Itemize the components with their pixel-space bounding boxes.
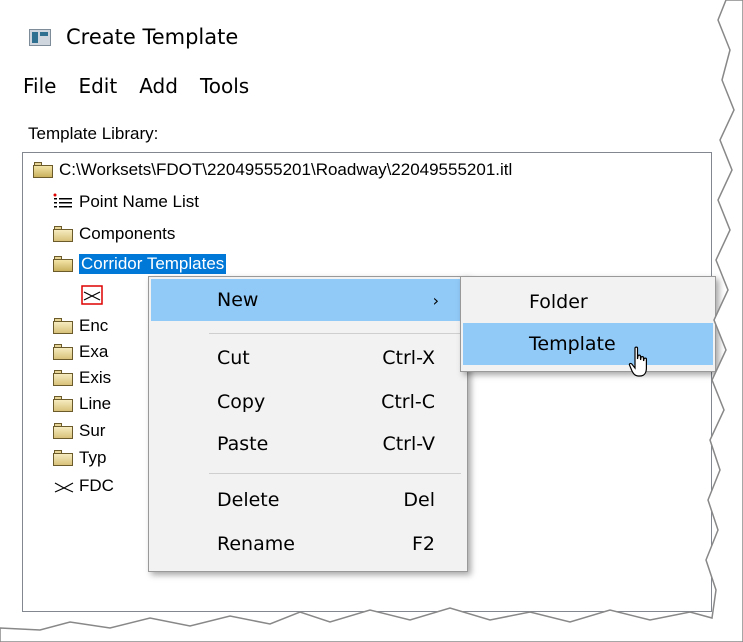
menu-tools[interactable]: Tools xyxy=(200,74,249,98)
context-menu-cut[interactable]: Cut Ctrl-X xyxy=(151,337,465,379)
context-menu: New › Cut Ctrl-X Copy Ctrl-C Paste Ctrl-… xyxy=(148,276,468,572)
menu-item-label: Cut xyxy=(217,347,250,369)
tree-root[interactable]: C:\Worksets\FDOT\22049555201\Roadway\220… xyxy=(33,159,512,181)
context-menu-new[interactable]: New › xyxy=(151,279,465,321)
context-menu-paste[interactable]: Paste Ctrl-V xyxy=(151,423,465,465)
hand-cursor-icon xyxy=(628,346,647,377)
menu-separator xyxy=(209,333,461,334)
menu-item-label: Folder xyxy=(529,291,588,313)
tree-item-label: Line xyxy=(79,394,112,413)
folder-icon xyxy=(53,423,73,439)
tree-item-label: Sur xyxy=(79,421,106,440)
submenu-template[interactable]: Template xyxy=(463,323,713,365)
menu-item-label: Paste xyxy=(217,433,269,455)
app-window-icon xyxy=(29,29,51,46)
tree-item-folder[interactable]: Typ xyxy=(53,447,106,469)
folder-open-icon xyxy=(33,162,53,178)
menu-item-shortcut: Ctrl-X xyxy=(382,347,435,369)
tree-item-label: Components xyxy=(79,224,176,243)
folder-icon xyxy=(53,450,73,466)
menu-item-label: Delete xyxy=(217,489,280,511)
tree-item-label: Enc xyxy=(79,316,109,335)
tree-item-corridor-templates[interactable]: Corridor Templates xyxy=(53,253,227,275)
menu-edit[interactable]: Edit xyxy=(78,74,117,98)
tree-item-folder[interactable]: Enc xyxy=(53,315,108,337)
tree-item-label: Exis xyxy=(79,368,112,387)
tree-item-folder[interactable]: Line xyxy=(53,393,111,415)
menu-bar: File Edit Add Tools xyxy=(0,68,700,104)
tree-root-label: C:\Worksets\FDOT\22049555201\Roadway\220… xyxy=(59,160,513,179)
tree-item-template[interactable] xyxy=(81,283,107,305)
menu-item-shortcut: Ctrl-V xyxy=(382,433,435,455)
title-bar: Create Template xyxy=(0,0,710,66)
tree-item-label: Exa xyxy=(79,342,109,361)
folder-icon xyxy=(53,318,73,334)
context-menu-copy[interactable]: Copy Ctrl-C xyxy=(151,381,465,423)
tree-item-folder[interactable]: Exa xyxy=(53,341,108,363)
context-menu-rename[interactable]: Rename F2 xyxy=(151,523,465,565)
folder-icon xyxy=(53,344,73,360)
tree-item-label: Point Name List xyxy=(79,192,199,211)
tree-item-folder[interactable]: Exis xyxy=(53,367,111,389)
window-title: Create Template xyxy=(66,25,239,49)
menu-item-label: Template xyxy=(529,333,616,355)
tree-item-components[interactable]: Components xyxy=(53,223,175,245)
point-list-icon xyxy=(53,193,73,211)
tree-item-label-selected: Corridor Templates xyxy=(79,254,227,274)
new-submenu: Folder Template xyxy=(460,276,716,372)
menu-item-shortcut: F2 xyxy=(411,533,435,555)
folder-icon xyxy=(53,396,73,412)
menu-item-label: New xyxy=(217,289,259,311)
menu-item-shortcut: Del xyxy=(403,489,435,511)
tree-item-folder[interactable]: Sur xyxy=(53,420,105,442)
menu-add[interactable]: Add xyxy=(139,74,178,98)
folder-icon xyxy=(53,370,73,386)
menu-item-label: Copy xyxy=(217,391,266,413)
tree-item-label: FDC xyxy=(79,476,114,495)
menu-item-label: Rename xyxy=(217,533,295,555)
submenu-folder[interactable]: Folder xyxy=(463,281,713,323)
folder-icon xyxy=(53,226,73,242)
template-icon xyxy=(81,285,103,305)
template-library-label: Template Library: xyxy=(28,124,159,143)
tree-item-fdot-template[interactable]: FDC xyxy=(53,475,114,497)
menu-file[interactable]: File xyxy=(23,74,56,98)
tree-item-point-name-list[interactable]: Point Name List xyxy=(53,191,199,213)
create-template-window: Create Template File Edit Add Tools Temp… xyxy=(0,0,743,642)
folder-open-icon xyxy=(53,256,73,272)
menu-separator xyxy=(209,473,461,474)
menu-item-shortcut: Ctrl-C xyxy=(381,391,435,413)
tree-item-label: Typ xyxy=(79,448,107,467)
context-menu-delete[interactable]: Delete Del xyxy=(151,479,465,521)
template-icon xyxy=(53,477,75,495)
chevron-right-icon: › xyxy=(432,290,439,310)
